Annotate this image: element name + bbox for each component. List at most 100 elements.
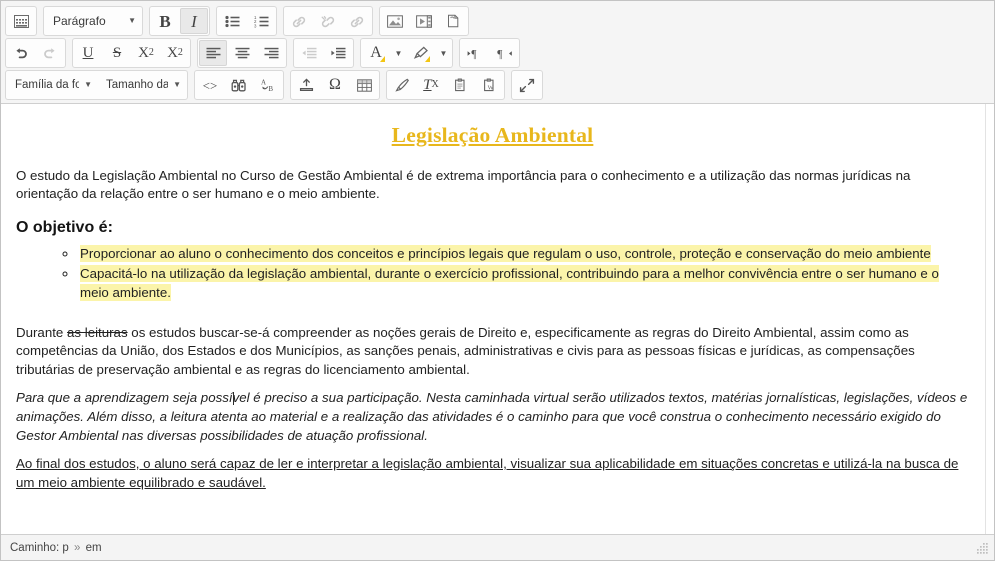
resize-handle[interactable]: [971, 539, 989, 557]
layout-grid-icon[interactable]: [7, 8, 35, 34]
format-painter-icon[interactable]: [388, 72, 416, 98]
font-size-select[interactable]: Tamanho da fo ▼: [98, 72, 186, 98]
superscript-button[interactable]: X2: [161, 40, 189, 66]
strikethrough-button[interactable]: S: [103, 40, 131, 66]
table-icon[interactable]: [350, 72, 378, 98]
subscript-base: X: [138, 44, 149, 61]
breadcrumb-node-p[interactable]: p: [62, 542, 68, 554]
font-size-value: Tamanho da fo: [106, 79, 169, 91]
highlight-color-button[interactable]: [407, 40, 435, 66]
link-icon[interactable]: [285, 8, 313, 34]
italic-button[interactable]: I: [180, 8, 208, 34]
insert-upload-icon[interactable]: [292, 72, 320, 98]
editable-document-body[interactable]: Legislação Ambiental O estudo da Legisla…: [1, 104, 985, 534]
clear-formatting-index: X: [431, 79, 439, 90]
body-rest: os estudos buscar-se-á compreender as no…: [16, 324, 915, 378]
highlight-color-chevron-down-icon[interactable]: ▼: [436, 40, 451, 66]
image-icon[interactable]: [381, 8, 409, 34]
body-struck-text: as leituras: [67, 324, 128, 340]
source-code-button[interactable]: <>: [196, 72, 224, 98]
list-item: Capacitá-lo na utilização da legislação …: [78, 264, 969, 303]
toolbar-group-lists: 1 2 3: [216, 6, 277, 36]
indent-icon[interactable]: [324, 40, 352, 66]
text-color-button[interactable]: A: [362, 40, 390, 66]
outdent-icon[interactable]: [295, 40, 323, 66]
direction-rtl-icon[interactable]: ¶: [490, 40, 518, 66]
toolbar-group-layout: [5, 6, 37, 36]
paragraph-format-value: Parágrafo: [53, 14, 106, 28]
paste-icon[interactable]: [446, 72, 474, 98]
unlink-icon[interactable]: [314, 8, 342, 34]
align-right-icon[interactable]: [257, 40, 285, 66]
toolbar-group-text-style: U S X2 X2: [72, 38, 191, 68]
breadcrumb-separator: »: [74, 541, 81, 554]
clear-formatting-letter: T: [423, 76, 432, 93]
chevron-down-icon: ▼: [173, 80, 181, 89]
undo-icon[interactable]: [7, 40, 35, 66]
editor-status-bar: Caminho: p » em: [1, 535, 994, 560]
subscript-index: 2: [148, 47, 154, 58]
italic-paragraph: Para que a aprendizagem seja possível é …: [16, 389, 969, 446]
breadcrumb: Caminho: p » em: [10, 542, 102, 554]
svg-text:B: B: [268, 85, 273, 92]
rich-text-editor: Parágrafo ▼ B I 1 2 3 U S X 2 X 2 A ▼ ▼ …: [0, 0, 995, 561]
redo-icon[interactable]: [36, 40, 64, 66]
superscript-base: X: [167, 44, 178, 61]
subscript-button[interactable]: X2: [132, 40, 160, 66]
toolbar-group-basic-style: B I: [149, 6, 210, 36]
paragraph-format-select[interactable]: Parágrafo ▼: [45, 8, 141, 34]
toolbar-group-insert: Ω: [290, 70, 380, 100]
find-icon[interactable]: [225, 72, 253, 98]
toolbar-group-format-block: Parágrafo ▼: [43, 6, 143, 36]
toolbar-row-2: U S X2 X2 A ▼ ▼ ¶ ¶: [1, 37, 994, 69]
toolbar-group-direction: ¶ ¶: [459, 38, 520, 68]
special-character-button[interactable]: Ω: [321, 72, 349, 98]
toolbar-group-links: [283, 6, 373, 36]
toolbar-group-view: [511, 70, 543, 100]
intro-paragraph: O estudo da Legislação Ambiental no Curs…: [16, 167, 911, 202]
chevron-down-icon: ▼: [84, 80, 92, 89]
ordered-list-icon[interactable]: 1 2 3: [247, 8, 275, 34]
content-vertical-scrollbar[interactable]: [985, 104, 994, 534]
toolbar-row-1: Parágrafo ▼ B I 1 2 3: [1, 5, 994, 37]
file-icon[interactable]: [439, 8, 467, 34]
toolbar-group-colors: A ▼ ▼: [360, 38, 453, 68]
bold-button[interactable]: B: [151, 8, 179, 34]
clear-formatting-button[interactable]: TX: [417, 72, 445, 98]
media-icon[interactable]: [410, 8, 438, 34]
unordered-list-icon[interactable]: [218, 8, 246, 34]
editor-content-area[interactable]: Legislação Ambiental O estudo da Legisla…: [1, 104, 994, 535]
closing-paragraph: Ao final dos estudos, o aluno será capaz…: [16, 455, 959, 490]
font-family-select[interactable]: Família da fon ▼: [7, 72, 97, 98]
objective-text: Capacitá-lo na utilização da legislação …: [80, 264, 939, 301]
toolbar-group-history: [5, 38, 66, 68]
underline-button[interactable]: U: [74, 40, 102, 66]
body-lead: Durante: [16, 324, 67, 340]
find-replace-icon[interactable]: A B: [254, 72, 282, 98]
direction-ltr-icon[interactable]: ¶: [461, 40, 489, 66]
text-color-chevron-down-icon[interactable]: ▼: [391, 40, 406, 66]
editor-toolbars: Parágrafo ▼ B I 1 2 3 U S X 2 X 2 A ▼ ▼ …: [1, 1, 994, 104]
text-color-swatch: [380, 56, 385, 62]
body-paragraph: Durante as leituras os estudos buscar-se…: [16, 324, 969, 381]
page-title: Legislação Ambiental: [391, 123, 594, 147]
align-center-icon[interactable]: [228, 40, 256, 66]
chevron-down-icon: ▼: [128, 16, 136, 25]
list-item: Proporcionar ao aluno o conhecimento dos…: [78, 244, 969, 264]
breadcrumb-node-em[interactable]: em: [86, 542, 102, 554]
text-cursor-caret: [232, 392, 234, 406]
svg-text:A: A: [261, 79, 266, 87]
toolbar-group-cleanup: TX W: [386, 70, 505, 100]
align-left-icon[interactable]: [199, 40, 227, 66]
toolbar-group-media: [379, 6, 469, 36]
fullscreen-icon[interactable]: [513, 72, 541, 98]
paste-from-word-icon[interactable]: W: [475, 72, 503, 98]
svg-text:¶: ¶: [497, 48, 503, 59]
toolbar-group-fonts: Família da fon ▼ Tamanho da fo ▼: [5, 70, 188, 100]
objective-text: Proporcionar ao aluno o conhecimento dos…: [80, 244, 931, 262]
anchor-icon[interactable]: [343, 8, 371, 34]
breadcrumb-label: Caminho:: [10, 541, 60, 554]
toolbar-row-3: Família da fon ▼ Tamanho da fo ▼ <>: [1, 69, 994, 101]
superscript-index: 2: [177, 47, 183, 58]
